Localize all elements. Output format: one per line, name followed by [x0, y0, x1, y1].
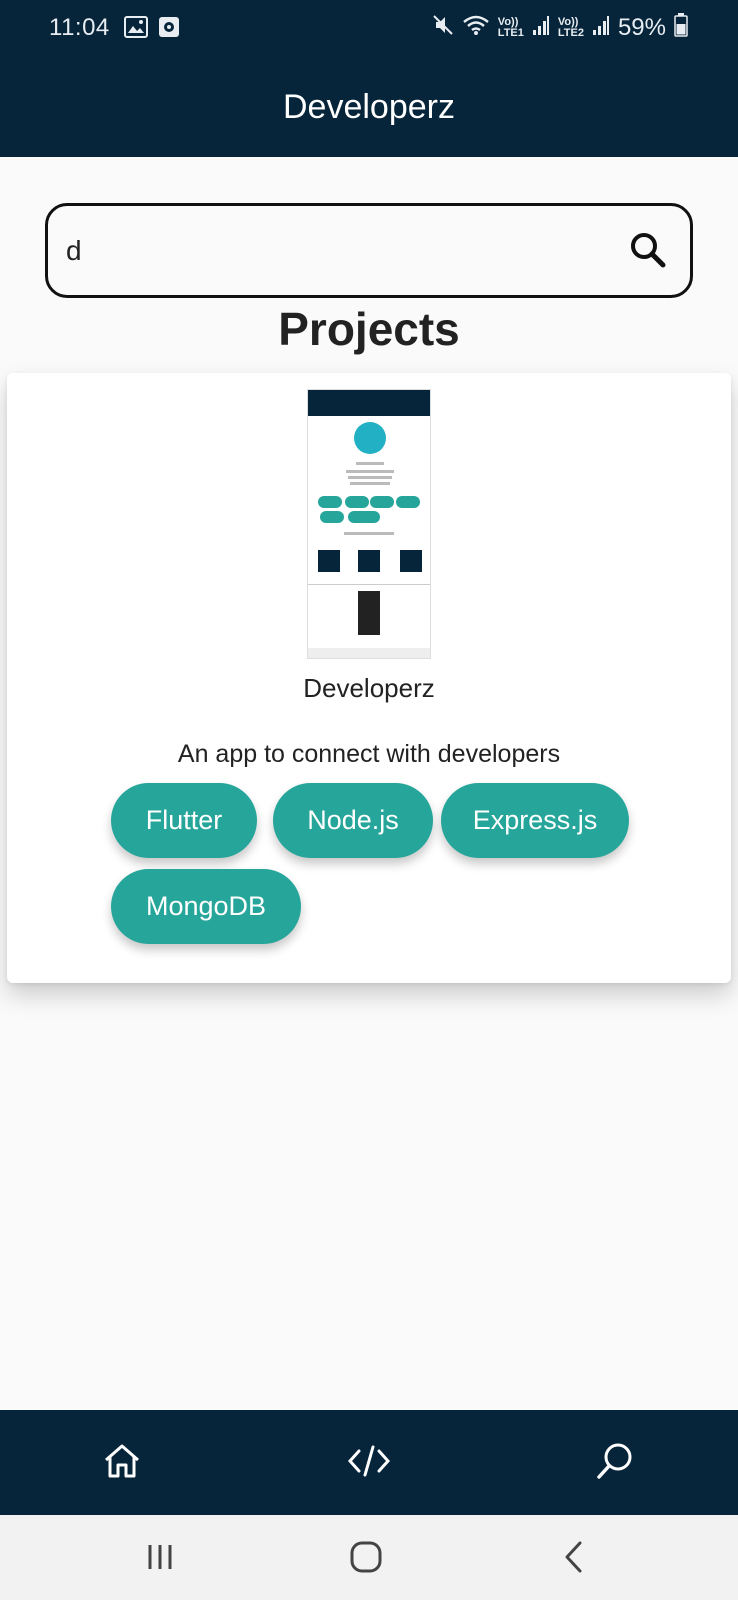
search-box — [45, 203, 693, 298]
sim1-label: Vo)) LTE1 — [497, 15, 524, 39]
image-icon — [124, 16, 148, 43]
tag-chip[interactable]: Express.js — [441, 783, 629, 858]
battery-percent: 59% — [617, 13, 666, 41]
bottom-navigation — [0, 1410, 738, 1515]
app-title: Developerz — [283, 87, 455, 126]
wifi-icon — [462, 14, 490, 41]
tag-chip[interactable]: Flutter — [111, 783, 257, 858]
system-navigation — [0, 1515, 738, 1600]
code-icon[interactable] — [346, 1438, 392, 1484]
battery-icon — [674, 13, 688, 42]
status-time: 11:04 — [49, 14, 110, 41]
project-card[interactable]: Developerz An app to connect with develo… — [7, 373, 731, 983]
project-description: An app to connect with developers — [177, 740, 561, 768]
project-name: Developerz — [303, 673, 435, 703]
tag-chip[interactable]: Node.js — [273, 783, 433, 858]
project-screenshot — [307, 389, 431, 659]
sim2-label: Vo)) LTE2 — [557, 15, 584, 39]
section-title: Projects — [278, 303, 460, 355]
home-icon[interactable] — [99, 1438, 145, 1484]
back-icon[interactable] — [554, 1537, 594, 1577]
home-circle-icon[interactable] — [346, 1537, 386, 1577]
status-bar: 11:04 Vo)) LTE1 Vo)) LTE2 59% — [0, 0, 738, 57]
search-icon[interactable] — [628, 230, 668, 270]
search-icon[interactable] — [592, 1438, 638, 1484]
app-bar: Developerz — [0, 57, 738, 157]
signal-icon — [532, 14, 550, 41]
search-input[interactable] — [66, 226, 586, 276]
tag-chip[interactable]: MongoDB — [111, 869, 301, 944]
signal-icon — [592, 14, 610, 41]
mute-icon — [432, 14, 454, 41]
screen-record-icon — [158, 16, 180, 43]
recents-icon[interactable] — [140, 1537, 180, 1577]
